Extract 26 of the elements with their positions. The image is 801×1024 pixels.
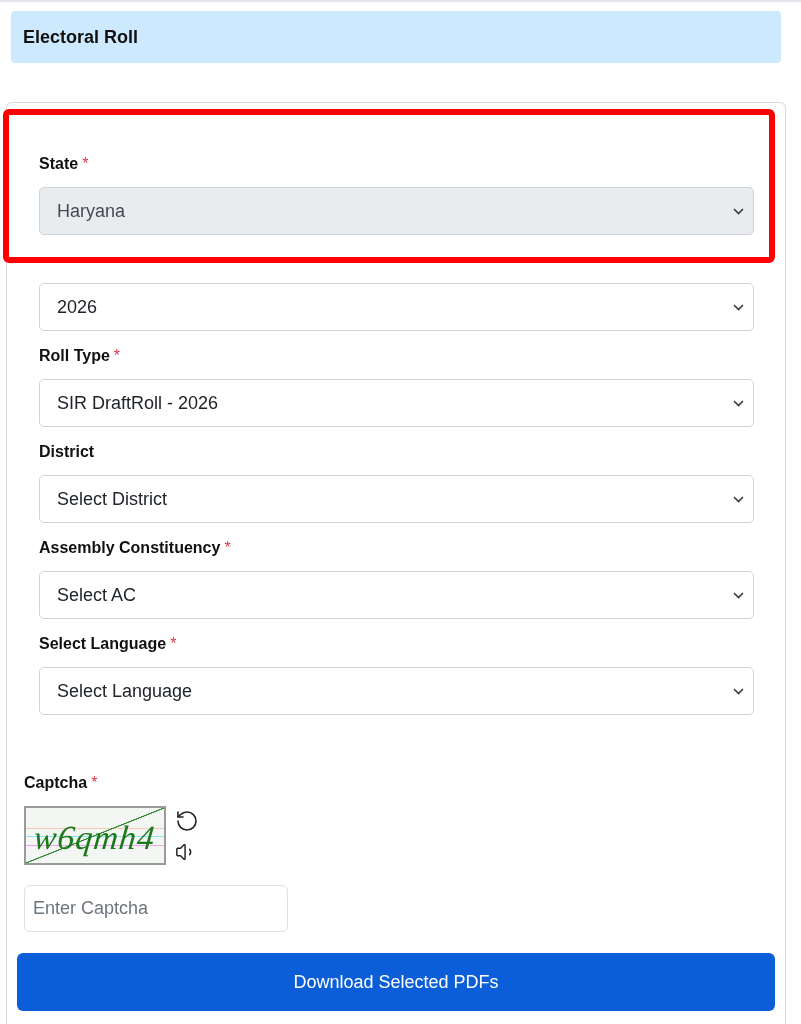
field-label: Roll Type [39, 347, 110, 365]
required-mark: * [113, 347, 121, 365]
chevron-down-icon [733, 495, 744, 503]
captcha-input[interactable]: Enter Captcha [24, 885, 288, 932]
dropdown-field[interactable]: Select AC [39, 571, 754, 619]
dropdown-field[interactable]: Select District [39, 475, 754, 523]
chevron-down-icon [733, 591, 744, 599]
field-label: Captcha [24, 774, 88, 792]
chevron-down-icon [733, 687, 744, 695]
dropdown-field[interactable]: Select Language [39, 667, 754, 715]
chevron-down-icon [733, 303, 744, 311]
field-label: State [39, 155, 79, 173]
dropdown-field[interactable]: SIR DraftRoll - 2026 [39, 379, 754, 427]
field-label: District [39, 443, 95, 461]
required-mark: * [224, 539, 231, 557]
required-mark: * [82, 155, 89, 173]
required-mark: * [170, 635, 177, 653]
chevron-down-icon [733, 399, 744, 407]
download-button[interactable]: Download Selected PDFs [17, 953, 775, 1011]
field-label: Select Language [39, 635, 167, 653]
page-title: Electoral Roll [23, 26, 139, 48]
refresh-icon[interactable] [175, 808, 199, 833]
field-label: Assembly Constituency [39, 539, 221, 557]
required-mark: * [91, 774, 98, 792]
chevron-down-icon [733, 207, 744, 215]
dropdown-field[interactable]: 2026 [39, 283, 754, 331]
